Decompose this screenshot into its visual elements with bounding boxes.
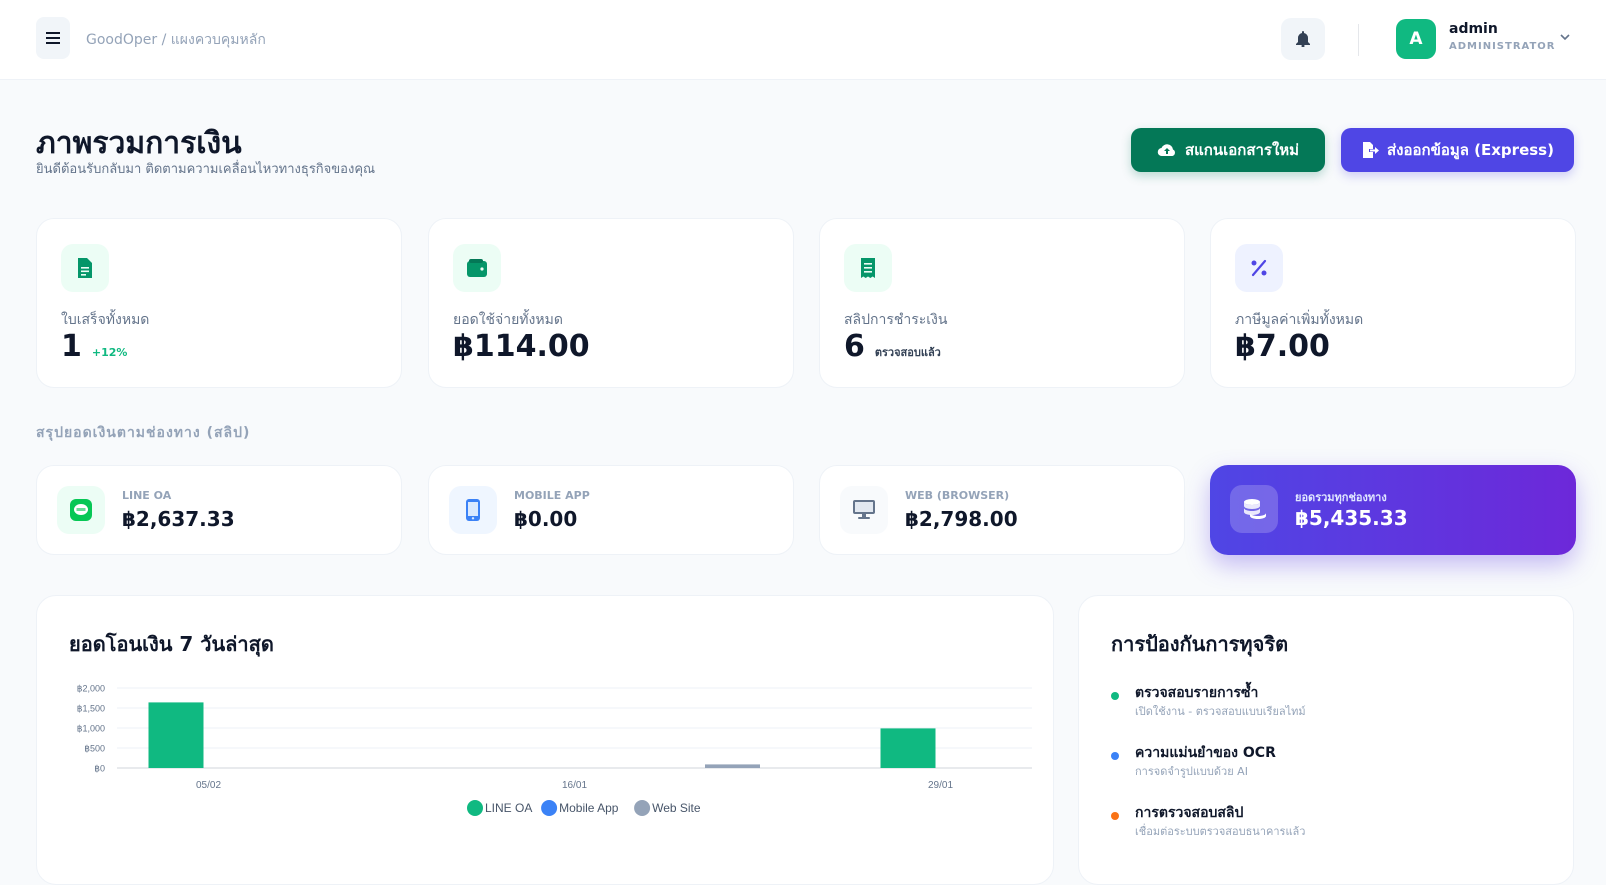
user-role: ADMINISTRATOR	[1449, 41, 1556, 52]
stat-label: ยอดใช้จ่ายทั้งหมด	[453, 312, 563, 328]
chart-y-tick-label: ฿2,000	[77, 684, 105, 694]
stat-label: ใบเสร็จทั้งหมด	[61, 312, 150, 328]
cloud-upload-icon	[1157, 144, 1175, 157]
chart-y-tick-label: ฿1,500	[77, 704, 105, 714]
channel-value: ฿2,637.33	[122, 507, 235, 531]
scan-document-button[interactable]: สแกนเอกสารใหม่	[1131, 128, 1325, 172]
bell-icon	[1296, 31, 1310, 47]
page-subtitle: ยินดีต้อนรับกลับมา ติดตามความเคลื่อนไหวท…	[36, 162, 376, 177]
chart-legend-label: LINE OA	[485, 801, 532, 815]
status-dot	[1111, 752, 1119, 760]
chart-legend-swatch	[634, 800, 651, 816]
channel-label: LINE OA	[122, 489, 172, 502]
document-icon	[61, 244, 109, 292]
mobile-icon	[449, 486, 497, 534]
stat-card-receipts: ใบเสร็จทั้งหมด 1 +12%	[36, 218, 402, 388]
wallet-icon	[453, 244, 501, 292]
channel-card-total: ยอดรวมทุกช่องทาง ฿5,435.33	[1210, 465, 1576, 555]
fraud-item-subtitle: การจดจำรูปแบบด้วย AI	[1135, 765, 1248, 778]
status-dot	[1111, 692, 1119, 700]
chart-y-tick-label: ฿500	[84, 744, 105, 754]
scan-button-label: สแกนเอกสารใหม่	[1184, 141, 1300, 159]
line-icon	[57, 486, 105, 534]
stat-value: 6 ตรวจสอบแล้ว	[844, 329, 941, 364]
file-export-icon	[1363, 142, 1380, 158]
stat-verified-note: ตรวจสอบแล้ว	[874, 346, 941, 359]
stat-value: ฿114.00	[453, 329, 590, 364]
channels-section-title: สรุปยอดเงินตามช่องทาง (สลิป)	[36, 425, 251, 441]
chart-legend-swatch	[467, 800, 483, 816]
chevron-down-icon[interactable]	[1558, 30, 1572, 44]
chart-legend-swatch	[541, 800, 558, 816]
fraud-item-title: ตรวจสอบรายการซ้ำ	[1135, 685, 1259, 701]
top-bar: GoodOper / แผงควบคุมหลัก A admin ADMINIS…	[0, 0, 1606, 80]
desktop-icon	[840, 486, 888, 534]
channel-label: WEB (BROWSER)	[905, 489, 1010, 502]
stat-label: ภาษีมูลค่าเพิ่มทั้งหมด	[1235, 312, 1364, 328]
avatar[interactable]: A	[1396, 19, 1436, 59]
stat-number: 6	[844, 329, 865, 364]
stat-value: 1 +12%	[61, 329, 127, 364]
stat-number: ฿114.00	[453, 329, 590, 364]
channel-label: ยอดรวมทุกช่องทาง	[1295, 491, 1387, 504]
hamburger-icon	[46, 32, 60, 44]
chart-x-tick-label: 29/01	[928, 780, 953, 791]
chart-y-tick-label: ฿1,000	[77, 724, 105, 734]
chart-legend-label: Web Site	[652, 801, 701, 815]
fraud-item-slip-check: การตรวจสอบสลิป เชื่อมต่อระบบตรวจสอบธนาคา…	[1111, 802, 1531, 846]
stat-trend-badge: +12%	[91, 346, 128, 359]
stat-value: ฿7.00	[1235, 329, 1330, 364]
breadcrumb: GoodOper / แผงควบคุมหลัก	[86, 32, 266, 48]
transfer-chart-panel: ยอดโอนเงิน 7 วันล่าสุด ฿0 ฿500 ฿1,000 ฿1,50…	[36, 595, 1054, 885]
channel-value: ฿5,435.33	[1295, 506, 1408, 530]
export-button-label: ส่งออกข้อมูล (Express)	[1387, 141, 1554, 159]
percent-icon	[1235, 244, 1283, 292]
chart-bar	[880, 728, 936, 768]
transfer-bar-chart: ฿0 ฿500 ฿1,000 ฿1,500 ฿2,000 05/02 16/01 29/01 L…	[77, 684, 1032, 816]
stat-number: ฿7.00	[1235, 329, 1330, 364]
chart-x-tick-label: 05/02	[196, 780, 221, 791]
chart-panel-title: ยอดโอนเงิน 7 วันล่าสุด	[69, 632, 274, 656]
channel-card-mobile: MOBILE APP ฿0.00	[428, 465, 794, 555]
receipt-icon	[844, 244, 892, 292]
fraud-item-title: การตรวจสอบสลิป	[1135, 805, 1244, 821]
stat-label: สลิปการชำระเงิน	[844, 312, 948, 328]
header-divider	[1358, 24, 1359, 56]
status-dot	[1111, 812, 1119, 820]
chart-y-tick-label: ฿0	[94, 764, 105, 774]
chart-legend-label: Mobile App	[559, 801, 619, 815]
stat-card-expenses: ยอดใช้จ่ายทั้งหมด ฿114.00	[428, 218, 794, 388]
fraud-item-duplicate-check: ตรวจสอบรายการซ้ำ เปิดใช้งาน - ตรวจสอบแบบ…	[1111, 682, 1531, 726]
stat-number: 1	[61, 329, 82, 364]
stat-card-slips: สลิปการชำระเงิน 6 ตรวจสอบแล้ว	[819, 218, 1185, 388]
channel-card-line: LINE OA ฿2,637.33	[36, 465, 402, 555]
fraud-item-title: ความแม่นยำของ OCR	[1135, 745, 1276, 761]
user-name[interactable]: admin	[1449, 21, 1498, 37]
fraud-panel-title: การป้องกันการทุจริต	[1111, 632, 1289, 656]
fraud-item-subtitle: เปิดใช้งาน - ตรวจสอบแบบเรียลไทม์	[1135, 705, 1306, 718]
fraud-prevention-panel: การป้องกันการทุจริต ตรวจสอบรายการซ้ำ เปิ…	[1078, 595, 1574, 885]
channel-label: MOBILE APP	[514, 489, 590, 502]
channel-card-web: WEB (BROWSER) ฿2,798.00	[819, 465, 1185, 555]
channel-value: ฿0.00	[514, 507, 578, 531]
fraud-item-subtitle: เชื่อมต่อระบบตรวจสอบธนาคารแล้ว	[1135, 825, 1306, 838]
export-data-button[interactable]: ส่งออกข้อมูล (Express)	[1341, 128, 1574, 172]
notifications-button[interactable]	[1281, 18, 1325, 60]
menu-button[interactable]	[36, 17, 70, 59]
channel-value: ฿2,798.00	[905, 507, 1018, 531]
chart-bar	[705, 764, 760, 768]
fraud-item-ocr-accuracy: ความแม่นยำของ OCR การจดจำรูปแบบด้วย AI	[1111, 742, 1531, 786]
stat-card-vat: ภาษีมูลค่าเพิ่มทั้งหมด ฿7.00	[1210, 218, 1576, 388]
chart-x-tick-label: 16/01	[562, 780, 587, 791]
chart-bar	[148, 702, 204, 768]
coins-icon	[1230, 485, 1278, 533]
